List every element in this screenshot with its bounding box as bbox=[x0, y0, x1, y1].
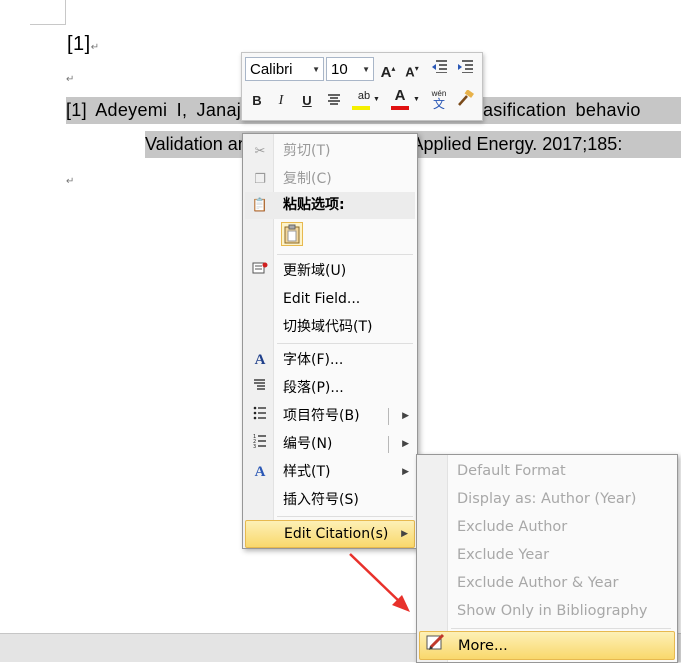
italic-button[interactable]: I bbox=[272, 90, 290, 112]
center-align-button[interactable] bbox=[324, 90, 344, 112]
center-align-icon bbox=[328, 94, 340, 105]
menu-item-toggle-field-codes[interactable]: 切换域代码(T) bbox=[245, 314, 415, 341]
highlight-button[interactable]: ab ▼ bbox=[350, 88, 380, 110]
mini-toolbar: Calibri ▼ 10 ▼ A▴ A▾ B I U ab ▼ A ▼ wén 文 bbox=[241, 52, 483, 121]
chevron-down-icon: ▼ bbox=[312, 65, 320, 74]
chevron-right-icon: ▶ bbox=[401, 529, 408, 539]
citation-marker[interactable]: [1]↵ bbox=[67, 33, 100, 56]
styles-icon: A bbox=[254, 464, 266, 480]
menu-item-paragraph[interactable]: 段落(P)... bbox=[245, 375, 415, 402]
context-menu: ✂ 剪切(T) ❐ 复制(C) 📋 粘贴选项: 更新域(U) Edit Fiel… bbox=[242, 133, 418, 549]
menu-separator bbox=[451, 628, 671, 629]
page-corner-mark bbox=[30, 0, 66, 25]
submenu-item-default-format[interactable]: Default Format bbox=[419, 457, 675, 485]
grow-font-button[interactable]: A▴ bbox=[378, 58, 398, 81]
submenu-item-more[interactable]: More... bbox=[419, 631, 675, 660]
paragraph-mark: ↵ bbox=[66, 74, 75, 85]
menu-item-copy[interactable]: ❐ 复制(C) bbox=[245, 166, 415, 193]
update-field-icon bbox=[251, 258, 269, 285]
phonetic-guide-button[interactable]: wén 文 bbox=[428, 88, 450, 110]
format-painter-icon bbox=[458, 89, 474, 106]
paste-keep-text-button[interactable] bbox=[281, 222, 303, 246]
highlight-color-bar bbox=[352, 106, 370, 110]
menu-item-bullets[interactable]: 项目符号(B) ▶ bbox=[245, 403, 415, 430]
shrink-font-button[interactable]: A▾ bbox=[402, 58, 422, 80]
scissors-icon: ✂ bbox=[254, 144, 266, 159]
chevron-down-icon: ▼ bbox=[413, 96, 420, 103]
numbering-icon: 123 bbox=[251, 431, 269, 458]
chevron-right-icon: ▶ bbox=[402, 467, 409, 477]
split-separator bbox=[388, 436, 389, 453]
chevron-down-icon: ▼ bbox=[373, 96, 380, 103]
edit-pencil-icon bbox=[426, 632, 446, 660]
format-painter-button[interactable] bbox=[454, 89, 476, 112]
font-name-combo[interactable]: Calibri ▼ bbox=[245, 57, 324, 81]
chevron-right-icon: ▶ bbox=[402, 439, 409, 449]
decrease-indent-button[interactable] bbox=[428, 58, 450, 80]
menu-separator bbox=[277, 516, 413, 517]
font-icon: A bbox=[254, 352, 266, 368]
submenu-item-exclude-author-year[interactable]: Exclude Author & Year bbox=[419, 569, 675, 597]
font-color-bar bbox=[391, 106, 409, 110]
menu-item-numbering[interactable]: 123 编号(N) ▶ bbox=[245, 431, 415, 458]
clipboard-icon bbox=[284, 224, 300, 244]
submenu-item-exclude-author[interactable]: Exclude Author bbox=[419, 513, 675, 541]
paragraph-mark: ↵ bbox=[66, 176, 75, 187]
menu-item-styles[interactable]: A 样式(T) ▶ bbox=[245, 459, 415, 486]
chevron-down-icon: ▼ bbox=[362, 65, 370, 74]
menu-item-font[interactable]: A 字体(F)... bbox=[245, 347, 415, 374]
submenu-item-show-only-bibliography[interactable]: Show Only in Bibliography bbox=[419, 597, 675, 625]
decrease-indent-icon bbox=[432, 60, 447, 74]
underline-button[interactable]: U bbox=[298, 90, 316, 112]
menu-separator bbox=[277, 254, 413, 255]
clipboard-icon: 📋 bbox=[251, 198, 269, 213]
submenu-item-display-as[interactable]: Display as: Author (Year) bbox=[419, 485, 675, 513]
paragraph-icon bbox=[251, 375, 269, 402]
split-separator bbox=[388, 408, 389, 425]
menu-item-edit-field[interactable]: Edit Field... bbox=[245, 286, 415, 313]
menu-item-insert-symbol[interactable]: 插入符号(S) bbox=[245, 487, 415, 514]
menu-item-edit-citations[interactable]: Edit Citation(s) ▶ bbox=[245, 520, 415, 548]
menu-separator bbox=[277, 343, 413, 344]
menu-item-cut[interactable]: ✂ 剪切(T) bbox=[245, 138, 415, 165]
menu-item-update-field[interactable]: 更新域(U) bbox=[245, 258, 415, 285]
submenu-item-exclude-year[interactable]: Exclude Year bbox=[419, 541, 675, 569]
font-size-combo[interactable]: 10 ▼ bbox=[326, 57, 374, 81]
red-arrow-icon bbox=[349, 553, 410, 612]
bullets-icon bbox=[251, 403, 269, 430]
svg-text:3: 3 bbox=[253, 444, 256, 448]
increase-indent-icon bbox=[458, 60, 473, 74]
font-color-button[interactable]: A ▼ bbox=[390, 87, 420, 110]
copy-icon: ❐ bbox=[254, 172, 266, 187]
edit-citations-submenu: Default Format Display as: Author (Year)… bbox=[416, 454, 678, 663]
bold-button[interactable]: B bbox=[248, 90, 266, 112]
increase-indent-button[interactable] bbox=[454, 58, 476, 80]
chevron-right-icon: ▶ bbox=[402, 411, 409, 421]
menu-header-paste-options: 📋 粘贴选项: bbox=[245, 192, 415, 219]
